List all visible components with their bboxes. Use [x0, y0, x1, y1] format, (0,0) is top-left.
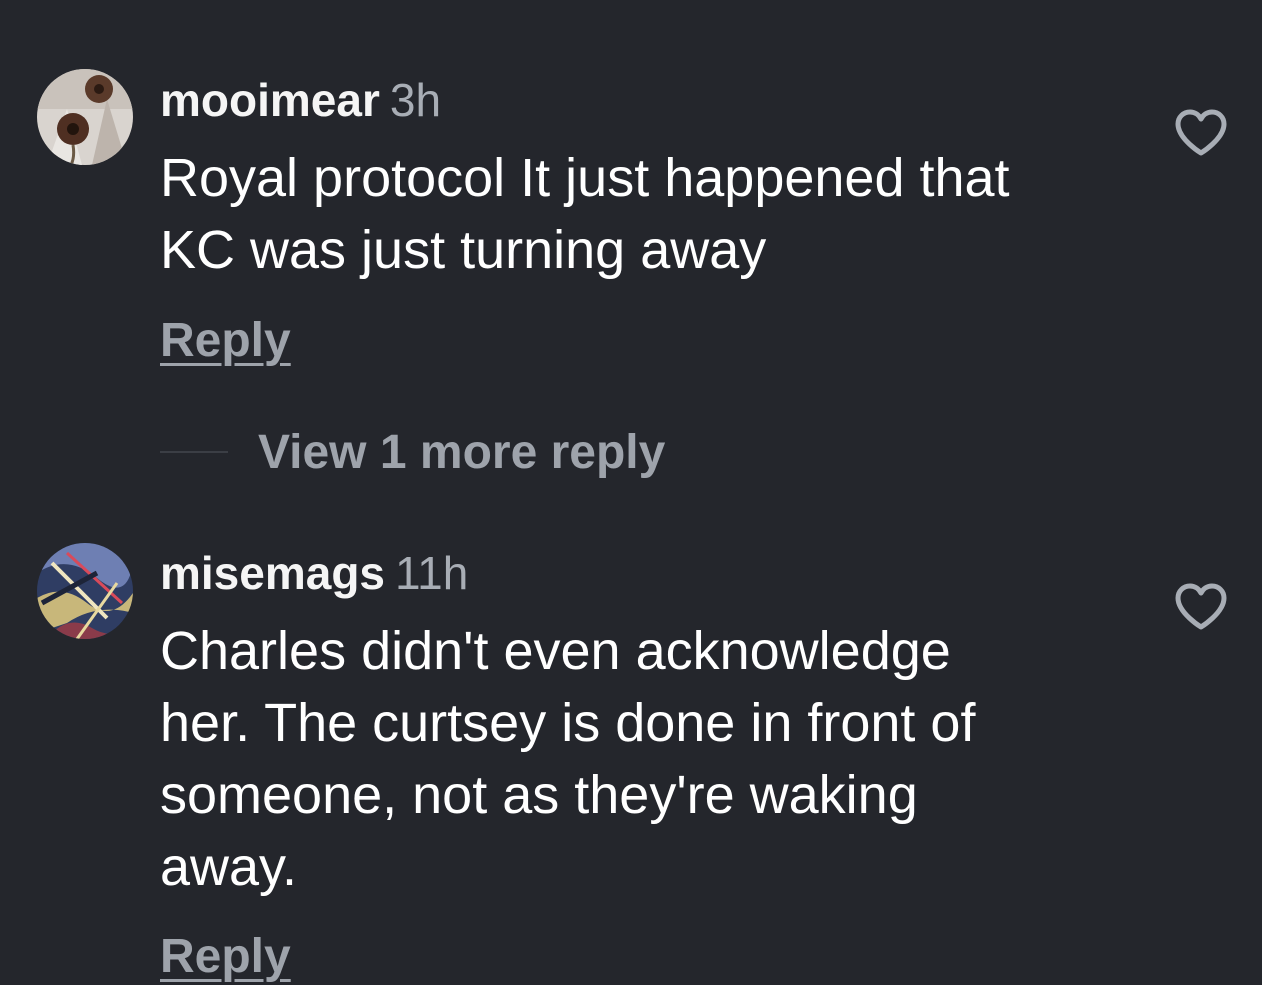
thread-divider-line [160, 451, 228, 453]
reply-button[interactable]: Reply [160, 313, 291, 369]
comment-text-line: KC was just turning away [160, 220, 767, 280]
comment-header: mooimear 3h [160, 72, 441, 128]
view-more-replies-label: View 1 more reply [258, 425, 666, 479]
avatar[interactable] [37, 543, 133, 639]
heart-outline-icon[interactable] [1173, 109, 1229, 157]
comment-text-line: someone, not as they're waking [160, 765, 918, 825]
comment-text: Charles didn't even acknowledge her. The… [160, 615, 1120, 903]
comment-text-line: away. [160, 837, 298, 897]
comment-text-line: Charles didn't even acknowledge [160, 621, 951, 681]
reply-button[interactable]: Reply [160, 929, 291, 985]
heart-outline-icon[interactable] [1173, 583, 1229, 631]
view-more-replies-button[interactable]: View 1 more reply [160, 424, 665, 480]
username[interactable]: misemags [160, 547, 385, 599]
comment-text-line: Royal protocol It just happened that [160, 148, 1010, 208]
avatar-image [37, 69, 133, 165]
comment-text-line: her. The curtsey is done in front of [160, 693, 976, 753]
comment-header: misemags 11h [160, 545, 468, 601]
comment-text: Royal protocol It just happened that KC … [160, 142, 1120, 286]
avatar[interactable] [37, 69, 133, 165]
avatar-image [37, 543, 133, 639]
timestamp: 3h [389, 74, 442, 126]
username[interactable]: mooimear [160, 74, 380, 126]
timestamp: 11h [395, 547, 469, 599]
